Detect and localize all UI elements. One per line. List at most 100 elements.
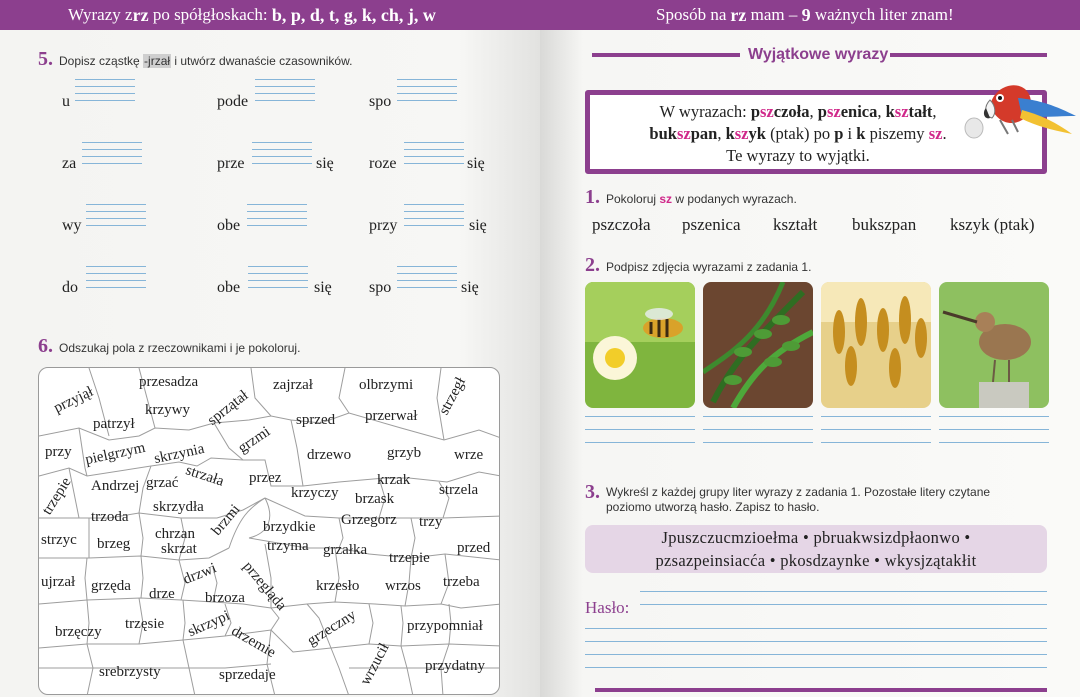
- puzzle-word[interactable]: srebrzysty: [99, 664, 161, 681]
- puzzle-word[interactable]: brzydkie: [263, 519, 315, 536]
- puzzle-word[interactable]: sprzed: [296, 412, 335, 429]
- puzzle-word[interactable]: przy: [45, 444, 72, 461]
- task5-instruction: Dopisz cząstkę -jrzał i utwórz dwanaście…: [59, 54, 352, 68]
- password-extra-lines[interactable]: [585, 628, 1047, 680]
- puzzle-word[interactable]: grzyb: [387, 445, 421, 462]
- rule-part: .: [942, 124, 947, 143]
- rule-part: ,: [717, 124, 726, 143]
- puzzle-word[interactable]: trzy: [419, 514, 442, 531]
- answer-blank[interactable]: [404, 204, 464, 232]
- rule-part: i: [843, 124, 857, 143]
- banner-rz: rz: [730, 4, 747, 25]
- rule-sz: sz: [826, 102, 841, 121]
- puzzle-word[interactable]: trzyma: [267, 538, 309, 555]
- title-rule-right: [890, 53, 1047, 57]
- answer-blank[interactable]: [247, 204, 307, 232]
- word-puzzle: przyjął przesadza zajrzał olbrzymi krzyw…: [38, 367, 500, 695]
- puzzle-word[interactable]: wrzos: [385, 578, 421, 595]
- caption-lines[interactable]: [939, 416, 1049, 455]
- puzzle-word[interactable]: krzywy: [145, 402, 190, 419]
- puzzle-word[interactable]: krzyczy: [291, 485, 338, 502]
- puzzle-word[interactable]: trzęsie: [125, 616, 164, 633]
- task2-heading: 2. Podpisz zdjęcia wyrazami z zadania 1.: [585, 254, 811, 277]
- puzzle-word[interactable]: olbrzymi: [359, 377, 413, 394]
- puzzle-word[interactable]: strzela: [439, 482, 478, 499]
- prefix-word: prze: [217, 155, 245, 172]
- puzzle-word[interactable]: przypomniał: [407, 618, 483, 635]
- photo-bee: [585, 282, 695, 408]
- puzzle-word[interactable]: grzałka: [323, 542, 367, 559]
- caption-lines[interactable]: [703, 416, 813, 455]
- answer-blank[interactable]: [86, 204, 146, 232]
- puzzle-word[interactable]: grzać: [146, 475, 178, 492]
- puzzle-word[interactable]: wrze: [454, 447, 483, 464]
- puzzle-word[interactable]: skrzydła: [153, 499, 204, 516]
- puzzle-word[interactable]: przesadza: [139, 374, 198, 391]
- puzzle-word[interactable]: przez: [249, 470, 281, 487]
- puzzle-word[interactable]: Grzegorz: [341, 512, 397, 529]
- caption-lines[interactable]: [585, 416, 695, 455]
- puzzle-word[interactable]: drze: [149, 586, 175, 603]
- puzzle-word[interactable]: brzoza: [205, 590, 245, 607]
- caption-lines[interactable]: [821, 416, 931, 455]
- puzzle-word[interactable]: brzask: [355, 491, 394, 508]
- puzzle-word[interactable]: brzęczy: [55, 624, 102, 641]
- puzzle-word[interactable]: Andrzej: [91, 478, 139, 495]
- answer-blank[interactable]: [248, 266, 308, 294]
- password-label: Hasło:: [585, 598, 630, 617]
- rule-part: czoła: [773, 102, 810, 121]
- puzzle-word[interactable]: zajrzał: [273, 377, 313, 394]
- task1-word[interactable]: pszenica: [682, 215, 741, 235]
- puzzle-word[interactable]: trzeba: [443, 574, 480, 591]
- puzzle-word[interactable]: skrzat: [161, 541, 197, 558]
- task1-word[interactable]: kszyk (ptak): [950, 215, 1035, 235]
- task1-word[interactable]: pszczoła: [592, 215, 651, 235]
- rule-sz: sz: [928, 124, 943, 143]
- rule-part: ,: [877, 102, 886, 121]
- puzzle-word[interactable]: przed: [457, 540, 490, 557]
- prefix-word: spo: [369, 279, 392, 296]
- task2-instruction: Podpisz zdjęcia wyrazami z zadania 1.: [606, 260, 812, 274]
- puzzle-word[interactable]: trzoda: [91, 509, 128, 526]
- puzzle-word[interactable]: krzak: [377, 472, 410, 489]
- banner-text: mam –: [746, 5, 802, 24]
- password-line[interactable]: [640, 591, 1047, 617]
- prefix-word: pode: [217, 93, 249, 110]
- rule-part: enica: [840, 102, 878, 121]
- parrot-illustration: [964, 85, 1076, 139]
- puzzle-word[interactable]: przerwał: [365, 408, 417, 425]
- task6-number: 6.: [38, 335, 53, 357]
- puzzle-word[interactable]: sprzedaje: [219, 667, 276, 684]
- answer-blank[interactable]: [86, 266, 146, 294]
- answer-blank[interactable]: [255, 79, 315, 107]
- puzzle-word[interactable]: patrzył: [93, 416, 135, 433]
- rule-part: k: [885, 102, 895, 121]
- puzzle-word[interactable]: grzęda: [91, 578, 131, 595]
- puzzle-word[interactable]: ujrzał: [41, 574, 75, 591]
- answer-blank[interactable]: [252, 142, 312, 170]
- puzzle-word[interactable]: brzeg: [97, 536, 130, 553]
- task1-word[interactable]: bukszpan: [852, 215, 916, 235]
- puzzle-word[interactable]: trzepie: [389, 550, 430, 567]
- scramble-line: pzsazpeinsiacća • pkosdzaynke • wkysjząt…: [655, 551, 977, 570]
- prefix-word: obe: [217, 217, 241, 234]
- task1-word[interactable]: kształt: [773, 215, 817, 235]
- answer-blank[interactable]: [75, 79, 135, 107]
- puzzle-word[interactable]: strzyc: [41, 532, 77, 549]
- puzzle-word[interactable]: drzewo: [307, 447, 351, 464]
- rule-part: piszemy: [865, 124, 929, 143]
- rule-part: ,: [932, 102, 937, 121]
- answer-blank[interactable]: [82, 142, 142, 170]
- puzzle-word[interactable]: krzesło: [316, 578, 359, 595]
- task1-number: 1.: [585, 186, 600, 208]
- puzzle-word[interactable]: przydatny: [425, 658, 485, 675]
- rule-part: yk: [748, 124, 766, 143]
- photo-boxwood: [703, 282, 813, 408]
- task2-number: 2.: [585, 254, 600, 276]
- answer-blank[interactable]: [397, 266, 457, 294]
- answer-blank[interactable]: [404, 142, 464, 170]
- rule-intro: W wyrazach:: [659, 102, 751, 121]
- answer-blank[interactable]: [397, 79, 457, 107]
- prefix-word: wy: [62, 217, 82, 234]
- prefix-word: roze: [369, 155, 397, 172]
